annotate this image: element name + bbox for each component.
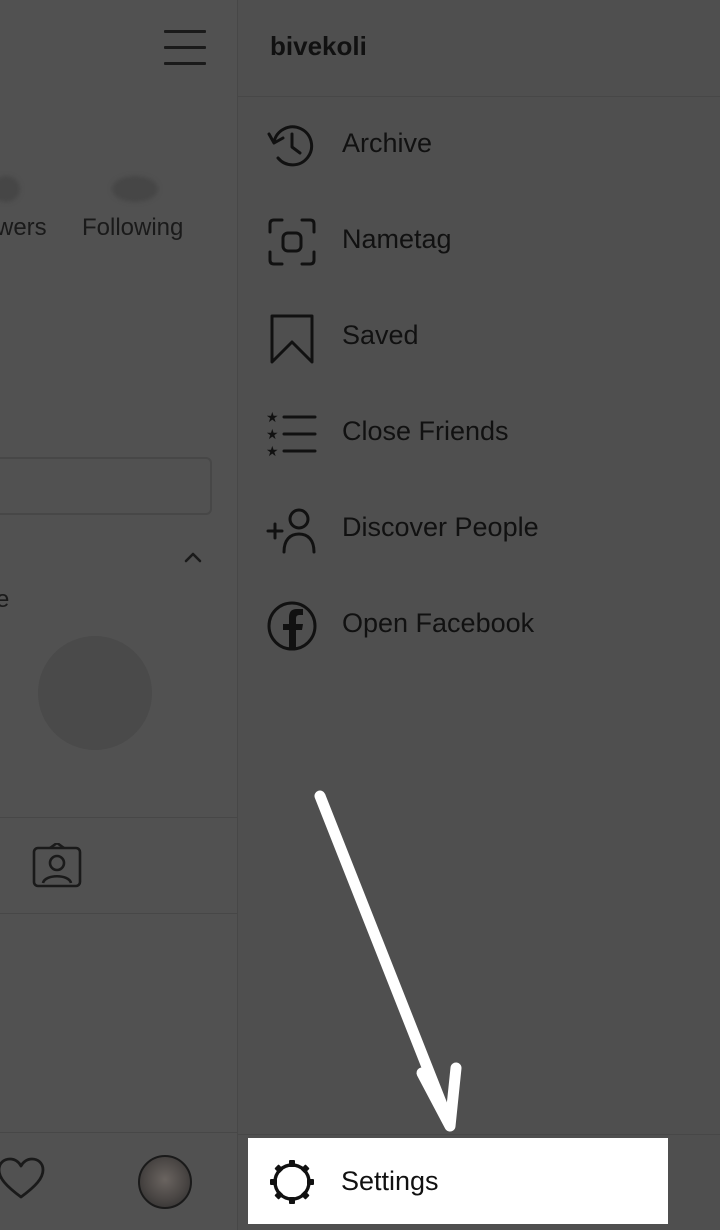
followers-label[interactable]: wers bbox=[0, 214, 47, 242]
following-label[interactable]: Following bbox=[82, 214, 183, 242]
menu-item-archive[interactable]: Archive bbox=[266, 114, 706, 174]
menu-item-discover-people[interactable]: Discover People bbox=[266, 498, 706, 558]
gear-icon bbox=[270, 1160, 314, 1204]
menu-item-saved[interactable]: Saved bbox=[266, 306, 706, 366]
profile-field-box[interactable] bbox=[0, 457, 212, 515]
divider bbox=[0, 913, 237, 914]
facebook-icon bbox=[267, 601, 317, 651]
heart-activity-icon[interactable] bbox=[0, 1157, 46, 1201]
menu-item-open-facebook[interactable]: Open Facebook bbox=[266, 594, 706, 654]
chevron-up-icon[interactable] bbox=[181, 545, 205, 569]
archive-history-icon bbox=[267, 125, 314, 167]
divider bbox=[0, 817, 237, 818]
bookmark-icon bbox=[270, 314, 314, 364]
drawer-header-divider bbox=[238, 96, 720, 97]
profile-page-dimmed: wers Following e bbox=[0, 0, 237, 1230]
svg-text:★: ★ bbox=[266, 444, 279, 460]
menu-item-label: Close Friends bbox=[342, 416, 509, 446]
close-friends-list-icon: ★ ★ ★ bbox=[266, 410, 317, 460]
menu-item-label: Nametag bbox=[342, 224, 452, 254]
menu-item-label: Archive bbox=[342, 128, 433, 158]
following-count-blurred bbox=[112, 176, 158, 202]
bottom-nav-divider bbox=[0, 1132, 237, 1133]
menu-hamburger-icon[interactable] bbox=[164, 30, 206, 66]
settings-label: Settings bbox=[341, 1166, 439, 1196]
add-person-icon bbox=[266, 508, 316, 554]
settings-button[interactable]: Settings bbox=[248, 1138, 668, 1224]
svg-text:★: ★ bbox=[266, 427, 279, 443]
menu-item-close-friends[interactable]: ★ ★ ★ Close Friends bbox=[266, 402, 706, 462]
profile-avatar-nav[interactable] bbox=[138, 1155, 192, 1209]
truncated-text: e bbox=[0, 586, 10, 613]
svg-text:★: ★ bbox=[266, 410, 279, 426]
tagged-photos-icon[interactable] bbox=[31, 843, 83, 889]
annotation-arrow bbox=[314, 790, 462, 1132]
menu-item-label: Saved bbox=[342, 320, 419, 350]
suggestion-avatar-placeholder bbox=[38, 636, 152, 750]
nametag-icon bbox=[268, 218, 316, 266]
menu-item-nametag[interactable]: Nametag bbox=[266, 210, 706, 270]
menu-item-label: Discover People bbox=[342, 512, 539, 542]
drawer-username: bivekoli bbox=[270, 31, 367, 61]
menu-item-label: Open Facebook bbox=[342, 608, 535, 638]
followers-count-blurred bbox=[0, 176, 20, 202]
